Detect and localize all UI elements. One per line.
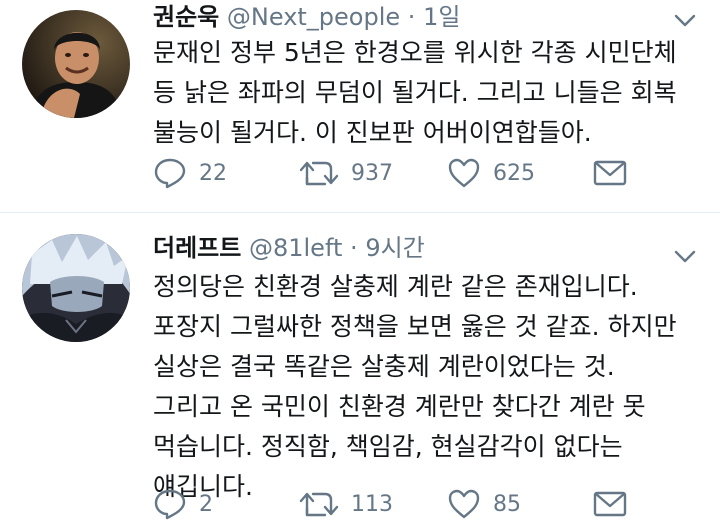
- action-bar: 2 113 85: [153, 486, 633, 522]
- retweet-icon: [299, 161, 339, 186]
- reply-button[interactable]: 22: [153, 155, 227, 191]
- timestamp[interactable]: 9시간: [365, 234, 424, 262]
- tweet-text-line: 포장지 그럴싸한 정책을 보면 옳은 것 같죠. 하지만: [153, 312, 677, 341]
- tweet[interactable]: 더레프트 @81left · 9시간 정의당은 친환경 살충제 계란 같은 존재…: [0, 213, 720, 531]
- reply-count: 22: [199, 160, 227, 186]
- action-bar: 22 937 625: [153, 155, 633, 191]
- timeline: 권순욱 @Next_people · 1일 문재인 정부 5년은 한경오를 위시…: [0, 0, 720, 531]
- retweet-button[interactable]: 937: [299, 155, 393, 191]
- user-handle[interactable]: @Next_people: [227, 3, 400, 31]
- like-count: 625: [493, 160, 535, 186]
- like-button[interactable]: 625: [447, 155, 535, 191]
- direct-message-button[interactable]: [593, 155, 627, 191]
- heart-icon: [448, 158, 480, 188]
- chevron-down-icon[interactable]: [674, 250, 696, 264]
- user-handle[interactable]: @81left: [249, 234, 342, 262]
- retweet-count: 937: [351, 160, 393, 186]
- avatar[interactable]: [22, 10, 130, 118]
- separator-dot: ·: [350, 234, 358, 262]
- separator-dot: ·: [407, 3, 416, 31]
- tweet-header: 더레프트 @81left · 9시간: [153, 233, 425, 263]
- tweet-text-line: 그리고 온 국민이 친환경 계란만 찾다간 계란 못: [153, 392, 646, 421]
- tweet-text-line: 정의당은 친환경 살충제 계란 같은 존재입니다.: [153, 272, 638, 301]
- display-name[interactable]: 더레프트: [153, 234, 241, 262]
- tweet-text-line: 먹습니다. 정직함, 책임감, 현실감각이 없다는: [153, 432, 623, 461]
- tweet-text-line: 실상은 결국 똑같은 살충제 계란이었다는 것.: [153, 352, 615, 381]
- reply-icon: [154, 158, 186, 189]
- reply-button[interactable]: 2: [153, 486, 213, 522]
- tweet-text-line: 문재인 정부 5년은 한경오를 위시한 각종 시민단체: [153, 38, 677, 67]
- tweet-header: 권순욱 @Next_people · 1일: [153, 2, 460, 32]
- tweet-text: 문재인 정부 5년은 한경오를 위시한 각종 시민단체 등 낡은 좌파의 무덤이…: [153, 33, 693, 153]
- tweet-text: 정의당은 친환경 살충제 계란 같은 존재입니다. 포장지 그럴싸한 정책을 보…: [153, 267, 693, 507]
- direct-message-button[interactable]: [593, 486, 627, 522]
- tweet-text-line: 등 낡은 좌파의 무덤이 될거다. 그리고 니들은 회복: [153, 78, 677, 107]
- envelope-icon: [593, 491, 627, 517]
- tweet-text-line: 불능이 될거다. 이 진보판 어버이연합들아.: [153, 118, 592, 147]
- tweet[interactable]: 권순욱 @Next_people · 1일 문재인 정부 5년은 한경오를 위시…: [0, 0, 720, 213]
- reply-count: 2: [199, 491, 213, 517]
- envelope-icon: [593, 160, 627, 186]
- like-button[interactable]: 85: [447, 486, 521, 522]
- retweet-count: 113: [351, 491, 393, 517]
- chevron-down-icon[interactable]: [674, 14, 696, 28]
- avatar[interactable]: [22, 234, 130, 342]
- heart-icon: [448, 489, 480, 519]
- reply-icon: [154, 489, 186, 520]
- timestamp[interactable]: 1일: [423, 3, 460, 31]
- like-count: 85: [493, 491, 521, 517]
- retweet-icon: [299, 492, 339, 517]
- retweet-button[interactable]: 113: [299, 486, 393, 522]
- display-name[interactable]: 권순욱: [153, 3, 219, 31]
